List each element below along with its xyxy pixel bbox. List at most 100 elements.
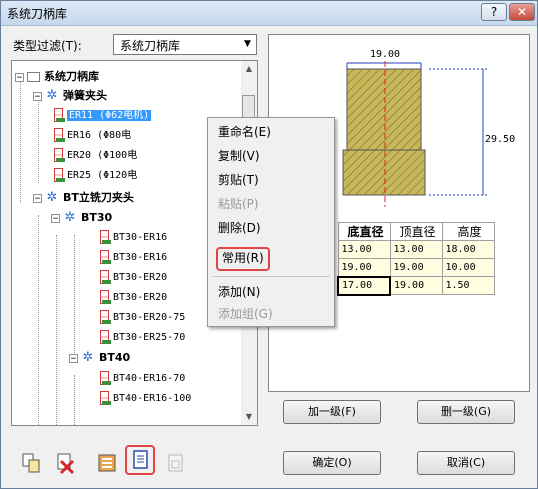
collapse-icon[interactable]: − — [15, 72, 24, 82]
holder-top-section — [346, 68, 422, 151]
folder-icon — [27, 72, 40, 82]
context-menu[interactable]: 重命名(E) 复制(V) 剪贴(T) 粘贴(P) 删除(D) 常用(R) 添加(… — [207, 117, 335, 327]
scroll-up-icon[interactable]: ▲ — [241, 61, 257, 77]
menu-item-common[interactable]: 常用(R) — [216, 247, 270, 271]
tree-item[interactable]: ER25 (Φ120电 — [54, 166, 137, 185]
tree-item[interactable]: ER16 (Φ80电 — [54, 126, 131, 145]
menu-item-add[interactable]: 添加(N) — [218, 282, 260, 302]
selected-item-label: ER11 (Φ62电机) — [67, 110, 152, 121]
set-common-button[interactable] — [125, 445, 155, 475]
tree-root[interactable]: − 系统刀柄库 — [15, 67, 99, 86]
group-icon: ✲ — [46, 190, 58, 205]
scroll-down-icon[interactable]: ▼ — [241, 409, 257, 425]
tree-connector — [38, 97, 39, 183]
dimension-table[interactable]: 底直径 顶直径 高度 13.00 13.00 18.00 19.00 19.00… — [337, 222, 495, 296]
table-cell[interactable]: 18.00 — [441, 240, 495, 259]
document-icon — [168, 454, 183, 472]
tree-item[interactable]: BT30-ER20 — [100, 268, 167, 287]
tool-holder-icon — [100, 270, 111, 284]
tool-holder-icon — [100, 250, 111, 264]
tree-item[interactable]: BT30-ER25-70 — [100, 328, 185, 347]
ok-button[interactable]: 确定(O) — [283, 451, 381, 475]
menu-item-copy[interactable]: 复制(V) — [218, 146, 260, 166]
table-row: 17.00 19.00 1.50 — [337, 275, 495, 296]
group-icon: ✲ — [82, 350, 94, 365]
type-filter-value: 系统刀柄库 — [120, 39, 181, 53]
table-cell[interactable]: 19.00 — [389, 258, 443, 277]
tree-connector — [74, 235, 75, 355]
menu-item-paste[interactable]: 粘贴(P) — [218, 194, 259, 214]
height-dimension-label: 29.50 — [485, 134, 515, 145]
tool-holder-icon — [54, 148, 65, 162]
table-cell[interactable]: 19.00 — [389, 276, 443, 295]
tree-connector — [20, 77, 21, 203]
disabled-tool-button[interactable] — [163, 451, 191, 477]
tool-holder-icon — [100, 230, 111, 244]
copy-icon — [22, 453, 40, 473]
dialog-window: 系统刀柄库 ? ✕ 类型过滤(T): 系统刀柄库 ▼ − 系统刀柄库 − ✲ 弹簧夹头… — [0, 0, 538, 489]
window-title: 系统刀柄库 — [7, 7, 68, 21]
tree-item[interactable]: ER20 (Φ100电 — [54, 146, 137, 165]
tree-item[interactable]: ER11 (Φ62电机) — [54, 106, 152, 125]
tree-item[interactable]: BT30-ER16 — [100, 248, 167, 267]
add-level-button[interactable]: 加一级(F) — [283, 400, 381, 424]
collapse-icon[interactable]: − — [33, 193, 42, 203]
table-header: 顶直径 — [389, 222, 443, 241]
tool-holder-icon — [54, 108, 65, 122]
copy-holder-button[interactable] — [19, 451, 47, 477]
delete-level-button[interactable]: 删一级(G) — [417, 400, 515, 424]
delete-icon — [57, 453, 75, 475]
tool-holder-icon — [54, 168, 65, 182]
close-button[interactable]: ✕ — [509, 3, 535, 21]
tool-holder-icon — [100, 371, 111, 385]
table-cell[interactable]: 13.00 — [337, 240, 391, 259]
table-cell[interactable]: 13.00 — [389, 240, 443, 259]
document-icon — [133, 450, 148, 469]
table-cell[interactable]: 10.00 — [441, 258, 495, 277]
tree-group-collet[interactable]: − ✲ 弹簧夹头 — [33, 86, 107, 105]
menu-item-cut[interactable]: 剪贴(T) — [218, 170, 259, 190]
tool-holder-icon — [54, 128, 65, 142]
tree-item[interactable]: BT40-ER16-100 — [100, 389, 191, 408]
menu-item-add-group[interactable]: 添加组(G) — [218, 304, 273, 324]
tree-connector — [74, 375, 75, 425]
table-cell-focused[interactable]: 17.00 — [337, 275, 391, 296]
table-cell[interactable]: 1.50 — [441, 276, 495, 295]
help-button[interactable]: ? — [481, 3, 507, 21]
table-header: 底直径 — [337, 222, 391, 241]
chevron-down-icon[interactable]: ▼ — [239, 35, 256, 54]
group-icon: ✲ — [46, 88, 58, 103]
table-header: 高度 — [441, 222, 495, 241]
tree-item[interactable]: BT30-ER20-75 — [100, 308, 185, 327]
tree-group-bt40[interactable]: − ✲ BT40 — [69, 348, 130, 367]
tool-holder-icon — [100, 330, 111, 344]
tree-item[interactable]: BT30-ER16 — [100, 228, 167, 247]
menu-item-rename[interactable]: 重命名(E) — [218, 122, 271, 142]
type-filter-select[interactable]: 系统刀柄库 ▼ — [113, 34, 257, 55]
group-icon: ✲ — [64, 210, 76, 225]
delete-holder-button[interactable] — [53, 451, 81, 477]
collapse-icon[interactable]: − — [69, 353, 78, 363]
list-icon — [98, 454, 116, 472]
tree-item[interactable]: BT40-ER16-70 — [100, 369, 185, 388]
width-dimension-label: 19.00 — [370, 49, 400, 60]
table-row: 13.00 13.00 18.00 — [337, 240, 495, 259]
tool-holder-icon — [100, 391, 111, 405]
filter-label: 类型过滤(T): — [13, 39, 82, 53]
collapse-icon[interactable]: − — [51, 213, 60, 223]
tool-holder-icon — [100, 310, 111, 324]
tree-group-bt-endmill[interactable]: − ✲ BT立铣刀夹头 — [33, 188, 134, 207]
holder-list-button[interactable] — [95, 451, 123, 477]
menu-separator — [212, 276, 330, 277]
tree-group-bt30[interactable]: − ✲ BT30 — [51, 208, 112, 227]
menu-item-delete[interactable]: 删除(D) — [218, 218, 261, 238]
table-cell[interactable]: 19.00 — [337, 258, 391, 277]
tree-connector — [56, 235, 57, 425]
table-row: 19.00 19.00 10.00 — [337, 258, 495, 277]
title-bar[interactable]: 系统刀柄库 ? ✕ — [1, 1, 537, 26]
tree-connector — [38, 215, 39, 425]
cancel-button[interactable]: 取消(C) — [417, 451, 515, 475]
tool-holder-icon — [100, 290, 111, 304]
collapse-icon[interactable]: − — [33, 91, 42, 101]
tree-item[interactable]: BT30-ER20 — [100, 288, 167, 307]
